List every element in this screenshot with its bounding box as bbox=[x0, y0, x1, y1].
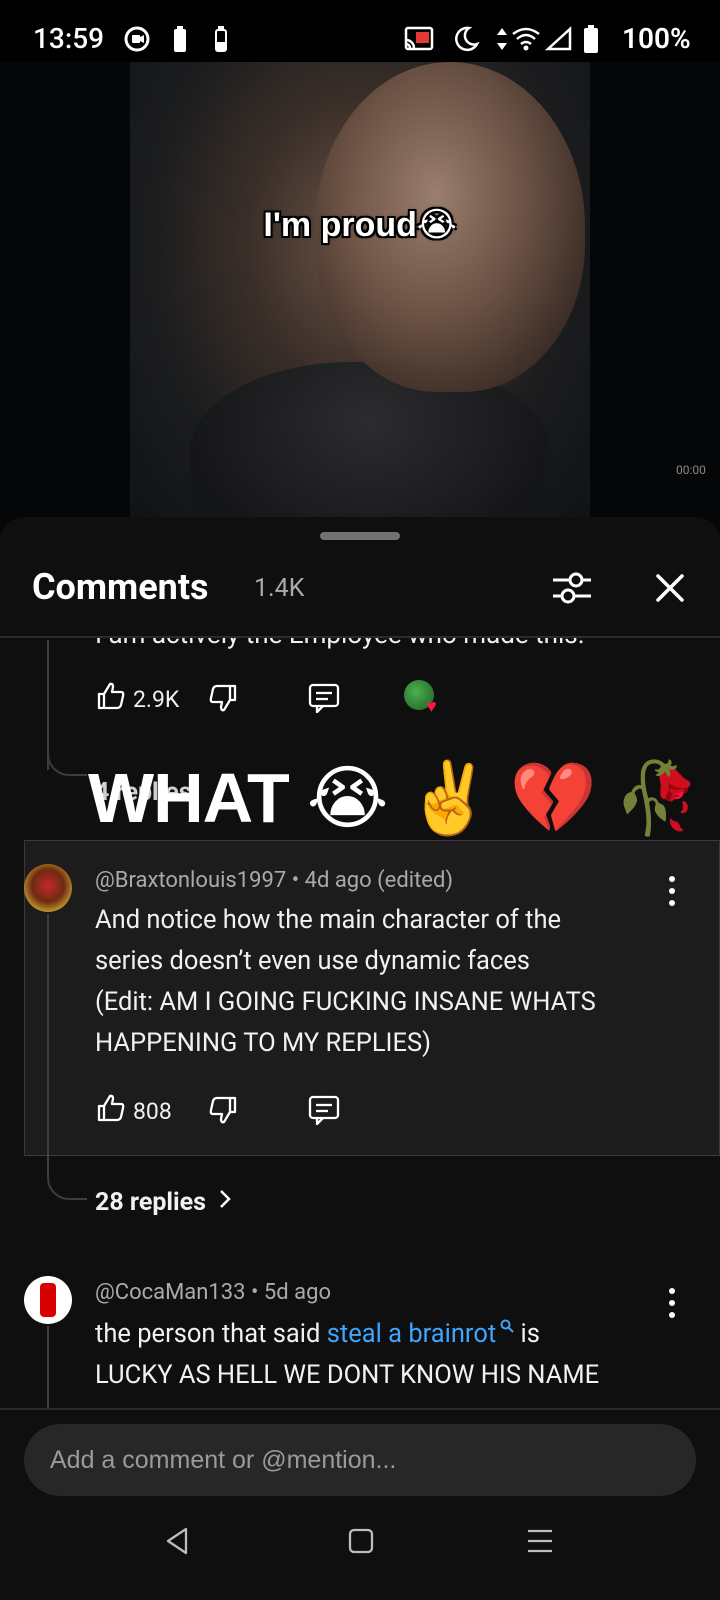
dislike-button[interactable] bbox=[207, 1094, 239, 1130]
wilted-rose-emoji: 🥀 bbox=[613, 759, 701, 837]
avatar[interactable] bbox=[24, 1276, 72, 1324]
comment-meta: @Braxtonlouis1997 • 4d ago (edited) bbox=[95, 868, 454, 893]
chevron-right-icon bbox=[218, 1188, 232, 1217]
thumb-up-icon bbox=[95, 1092, 127, 1130]
overlay-what-text: WHAT bbox=[88, 759, 290, 837]
battery-small-icon bbox=[173, 24, 187, 54]
comment-text: is bbox=[514, 1319, 540, 1349]
status-time: 13:59 bbox=[33, 22, 105, 55]
battery-small-icon bbox=[214, 24, 228, 54]
drag-handle[interactable] bbox=[320, 532, 400, 540]
comment-line: LUCKY AS HELL WE DONT KNOW HIS NAME bbox=[95, 1360, 600, 1390]
comment-input[interactable] bbox=[24, 1424, 696, 1496]
comment-author[interactable]: @CocaMan133 bbox=[95, 1280, 246, 1305]
comments-count: 1.4K bbox=[254, 574, 305, 603]
reply-button[interactable] bbox=[307, 1093, 341, 1131]
creator-heart-badge: ♥ bbox=[404, 680, 444, 717]
thread-line bbox=[47, 1326, 49, 1408]
comment-line: the person that said steal a brainrot is bbox=[95, 1314, 695, 1355]
do-not-disturb-icon bbox=[452, 24, 480, 54]
comment-line: series doesn’t even use dynamic faces bbox=[95, 946, 530, 976]
search-icon bbox=[496, 1319, 514, 1349]
thumb-down-icon bbox=[207, 684, 239, 718]
comment-line: (Edit: AM I GOING FUCKING INSANE WHATS bbox=[95, 987, 596, 1017]
thumb-up-icon bbox=[95, 680, 127, 718]
can-icon bbox=[40, 1283, 56, 1317]
crying-emoji: 😭 bbox=[306, 759, 389, 837]
close-icon[interactable] bbox=[650, 568, 690, 608]
comment-text: the person that said bbox=[95, 1319, 327, 1349]
reply-icon bbox=[307, 1095, 341, 1131]
clipped-comment-text: I am actively the Employee who made this… bbox=[95, 638, 585, 650]
video-frame bbox=[130, 62, 590, 540]
comment-age: 5d ago bbox=[263, 1280, 331, 1305]
video-timecode: 00:00 bbox=[676, 463, 706, 477]
wifi-icon bbox=[511, 24, 541, 54]
search-link[interactable]: steal a brainrot bbox=[327, 1319, 515, 1349]
comment-line: HAPPENING TO MY REPLIES) bbox=[95, 1028, 431, 1058]
home-icon[interactable] bbox=[348, 1528, 374, 1558]
like-count: 2.9K bbox=[133, 685, 180, 713]
comments-title: Comments bbox=[32, 566, 209, 608]
input-divider bbox=[0, 1408, 720, 1410]
comment-body: And notice how the main character of the… bbox=[95, 900, 685, 1064]
battery-icon bbox=[583, 24, 599, 54]
peace-emoji: ✌️ bbox=[405, 759, 493, 837]
dislike-button[interactable] bbox=[207, 682, 239, 718]
system-nav-bar bbox=[0, 1510, 720, 1600]
clipped-comment-text-region: I am actively the Employee who made this… bbox=[0, 638, 720, 658]
reply-button[interactable] bbox=[307, 681, 341, 719]
replies-count: 28 replies bbox=[95, 1188, 206, 1217]
comment-body: the person that said steal a brainrot is… bbox=[95, 1314, 695, 1396]
video-player[interactable] bbox=[0, 62, 720, 540]
search-link-text: steal a brainrot bbox=[326, 1319, 497, 1349]
video-call-icon bbox=[124, 24, 150, 54]
sort-filter-icon[interactable] bbox=[551, 570, 593, 606]
video-figure-body bbox=[190, 362, 550, 540]
view-replies-link[interactable]: 28 replies bbox=[95, 1188, 232, 1217]
cast-icon bbox=[404, 24, 434, 54]
broken-heart-emoji: 💔 bbox=[509, 759, 597, 837]
heart-icon: ♥ bbox=[426, 696, 437, 717]
video-caption: I'm proud😭 bbox=[263, 206, 457, 244]
reply-icon bbox=[307, 683, 341, 719]
comment-meta: @CocaMan133 • 5d ago bbox=[95, 1280, 331, 1305]
avatar[interactable] bbox=[24, 864, 72, 912]
comment-age: 4d ago (edited) bbox=[304, 868, 454, 893]
signal-icon bbox=[545, 24, 573, 54]
like-count: 808 bbox=[133, 1097, 172, 1125]
data-arrows-icon bbox=[496, 24, 508, 54]
battery-percentage: 100% bbox=[622, 22, 691, 55]
comment-author[interactable]: @Braxtonlouis1997 bbox=[95, 868, 286, 893]
thumb-down-icon bbox=[207, 1096, 239, 1130]
like-button[interactable]: 2.9K bbox=[95, 680, 179, 718]
back-icon[interactable] bbox=[164, 1526, 190, 1560]
comment-line: And notice how the main character of the bbox=[95, 905, 562, 935]
like-button[interactable]: 808 bbox=[95, 1092, 172, 1130]
overlay-sticker: WHAT 😭 ✌️ 💔 🥀 bbox=[88, 758, 701, 838]
thread-line bbox=[47, 914, 49, 1164]
recents-icon[interactable] bbox=[526, 1528, 554, 1558]
comment-input-pill[interactable] bbox=[24, 1424, 696, 1496]
